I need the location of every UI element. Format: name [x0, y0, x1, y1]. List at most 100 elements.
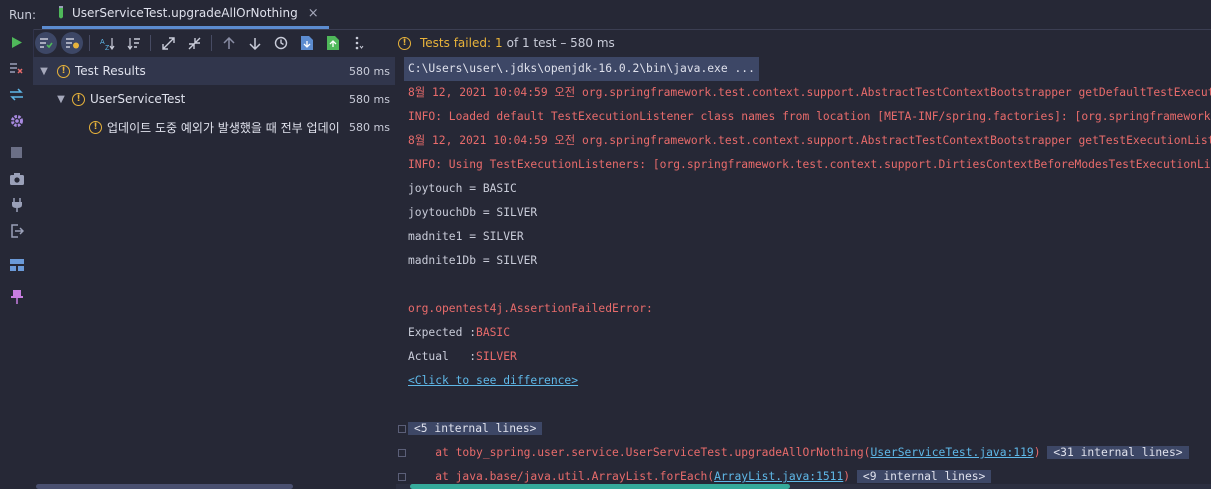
left-action-strip — [0, 29, 34, 489]
import-icon — [301, 36, 313, 50]
warning-icon: ! — [89, 120, 102, 134]
exit-icon[interactable] — [8, 222, 25, 239]
show-passed-button[interactable] — [35, 32, 57, 54]
rerun-icon[interactable] — [8, 34, 25, 51]
close-icon[interactable]: × — [308, 6, 319, 21]
import-tests-button[interactable] — [294, 31, 320, 55]
console-stack-line: at toby_spring.user.service.UserServiceT… — [408, 441, 1189, 465]
arrow-down-icon — [249, 37, 261, 50]
svg-text:Z: Z — [105, 45, 110, 50]
test-toolbar: AZ — [33, 29, 395, 57]
expand-all-icon — [161, 36, 175, 50]
stack-frame-text: at java.base/java.util.ArrayList.forEach… — [408, 470, 715, 483]
plug-icon[interactable] — [8, 196, 25, 213]
tab-run-config[interactable]: UserServiceTest.upgradeAllOrNothing × — [42, 0, 329, 29]
tree-row-time: 580 ms — [349, 92, 390, 106]
console-line: INFO: Loaded default TestExecutionListen… — [408, 110, 1211, 123]
actual-label: Actual : — [408, 350, 477, 363]
stop-icon[interactable] — [8, 144, 25, 161]
export-tests-button[interactable] — [320, 31, 346, 55]
tree-horizontal-scrollbar[interactable] — [36, 484, 293, 489]
history-icon — [274, 36, 288, 50]
toolbar-separator — [211, 35, 212, 51]
sort-alphabetically-button[interactable]: AZ — [94, 31, 120, 55]
warning-icon: ! — [398, 36, 411, 50]
toolbar-separator — [89, 35, 90, 51]
fold-toggle-icon[interactable] — [398, 473, 406, 481]
test-history-button[interactable] — [268, 31, 294, 55]
chevron-down-icon[interactable]: ▼ — [37, 66, 51, 77]
stack-frame-text: at toby_spring.user.service.UserServiceT… — [408, 446, 871, 459]
tests-failed-label: Tests failed: — [420, 36, 491, 50]
stack-frame-close: ) — [1033, 446, 1041, 459]
tree-row-label: UserServiceTest — [90, 92, 186, 106]
stack-source-link[interactable]: UserServiceTest.java:119 — [871, 446, 1034, 459]
test-tube-icon — [59, 6, 63, 19]
console-line: joytouchDb = SILVER — [408, 206, 538, 219]
console-actual-line: Actual :SILVER — [408, 345, 517, 369]
console-line: joytouch = BASIC — [408, 182, 517, 195]
sort-by-duration-button[interactable] — [120, 31, 146, 55]
layout-icon[interactable] — [8, 256, 25, 273]
fold-toggle-icon[interactable] — [398, 449, 406, 457]
stack-source-link[interactable]: ArrayList.java:1511 — [714, 470, 843, 483]
console-line: 8월 12, 2021 10:04:59 오전 org.springframew… — [408, 86, 1211, 99]
console-output: C:\Users\user\.jdks\openjdk-16.0.2\bin\j… — [396, 57, 1211, 489]
warning-icon: ! — [72, 92, 85, 106]
more-options-button[interactable] — [346, 31, 372, 55]
test-status-summary: ! Tests failed: 1 of 1 test – 580 ms — [398, 29, 615, 57]
warning-icon: ! — [57, 64, 70, 78]
fold-toggle-icon[interactable] — [398, 425, 406, 433]
show-ignored-button[interactable] — [61, 32, 83, 54]
test-results-tree: ▼ ! Test Results 580 ms ▼ ! UserServiceT… — [33, 57, 395, 489]
collapse-all-button[interactable] — [181, 31, 207, 55]
expected-value: BASIC — [476, 326, 511, 339]
console-line: 8월 12, 2021 10:04:59 오전 org.springframew… — [408, 134, 1211, 147]
run-label: Run: — [9, 8, 37, 22]
tests-summary-rest: of 1 test – 580 ms — [506, 36, 615, 50]
sort-alpha-icon: AZ — [100, 37, 114, 50]
tree-row-label: 업데이트 도중 예외가 발생했을 때 전부 업데이 — [107, 120, 340, 135]
show-ignored-icon — [66, 38, 79, 49]
settings-gear-icon[interactable] — [8, 112, 25, 129]
console-line: INFO: Using TestExecutionListeners: [org… — [408, 158, 1211, 171]
console-error-line: org.opentest4j.AssertionFailedError: — [408, 302, 660, 315]
toolbar-separator — [150, 35, 151, 51]
actual-value: SILVER — [476, 350, 517, 363]
previous-failed-button[interactable] — [216, 31, 242, 55]
console-horizontal-scrollbar[interactable] — [410, 484, 790, 489]
next-failed-button[interactable] — [242, 31, 268, 55]
tree-row-user-service-test[interactable]: ▼ ! UserServiceTest 580 ms — [33, 85, 395, 113]
click-to-see-difference-link[interactable]: <Click to see difference> — [408, 369, 578, 393]
collapse-all-icon — [188, 37, 200, 49]
tree-row-label: Test Results — [75, 64, 146, 78]
internal-lines-chip[interactable]: <31 internal lines> — [1047, 446, 1189, 459]
tests-failed-count: 1 — [495, 36, 503, 50]
arrow-up-icon — [223, 36, 235, 49]
chevron-down-icon[interactable]: ▼ — [54, 94, 68, 105]
tree-row-test-method[interactable]: ! 업데이트 도중 예외가 발생했을 때 전부 업데이 580 ms — [33, 113, 395, 141]
internal-lines-chip[interactable]: <9 internal lines> — [856, 470, 992, 483]
sort-duration-icon — [127, 37, 140, 50]
console-internal-lines: <5 internal lines> — [408, 417, 543, 441]
more-vertical-icon — [355, 36, 364, 50]
console-line: madnite1 = SILVER — [408, 230, 524, 243]
expected-label: Expected : — [408, 326, 477, 339]
console-expected-line: Expected :BASIC — [408, 321, 510, 345]
rerun-failed-icon[interactable] — [8, 60, 25, 77]
tree-row-test-results[interactable]: ▼ ! Test Results 580 ms — [33, 57, 395, 85]
pin-icon[interactable] — [8, 288, 25, 305]
internal-lines-chip[interactable]: <5 internal lines> — [408, 422, 543, 435]
console-line: madnite1Db = SILVER — [408, 254, 538, 267]
console-command-line[interactable]: C:\Users\user\.jdks\openjdk-16.0.2\bin\j… — [404, 57, 759, 81]
tree-row-time: 580 ms — [349, 64, 390, 78]
export-icon — [327, 36, 339, 50]
camera-icon[interactable] — [8, 170, 25, 187]
tree-row-time: 580 ms — [349, 120, 390, 134]
tab-title: UserServiceTest.upgradeAllOrNothing — [72, 6, 298, 20]
expand-all-button[interactable] — [155, 31, 181, 55]
toggle-auto-test-icon[interactable] — [8, 86, 25, 103]
run-tool-window-header: Run: UserServiceTest.upgradeAllOrNothing… — [0, 0, 1211, 30]
show-passed-icon — [40, 38, 53, 49]
stack-frame-close: ) — [843, 470, 851, 483]
